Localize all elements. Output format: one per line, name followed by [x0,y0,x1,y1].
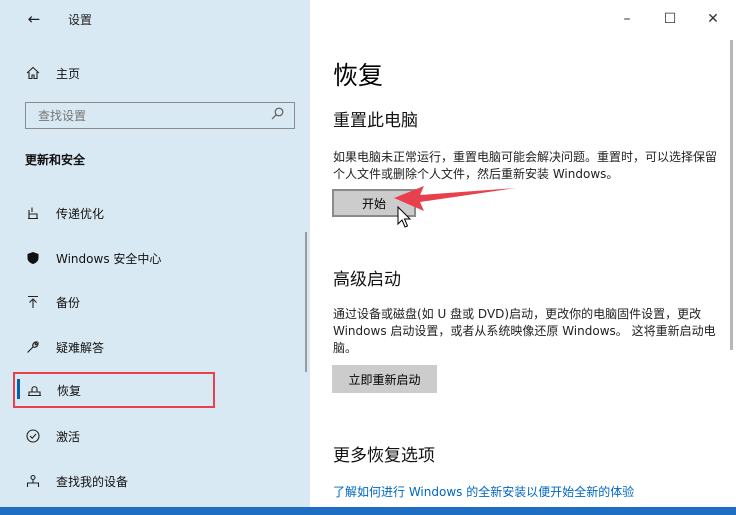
sidebar-item-activation[interactable]: 激活 [14,419,296,453]
more-recovery-heading: 更多恢复选项 [333,446,435,466]
sidebar-item-label: 疑难解答 [56,340,105,355]
close-icon: ✕ [707,11,719,27]
settings-window: ← 设置 主页 更新和安全 传递优化 Windows 安全中 [0,0,736,507]
home-icon [14,66,44,80]
app-title: 设置 [68,13,93,27]
main-scrollbar[interactable] [730,40,733,350]
recovery-icon [15,383,45,397]
section-title: 更新和安全 [25,153,86,167]
close-button[interactable]: ✕ [698,8,728,30]
sidebar-item-label: 备份 [56,295,81,310]
sidebar-item-label: 主页 [56,66,81,81]
advanced-startup-description: 通过设备或磁盘(如 U 盘或 DVD)启动，更改你的电脑固件设置，更改 Wind… [333,307,716,355]
sidebar-item-delivery-optimization[interactable]: 传递优化 [14,196,296,230]
minimize-button[interactable]: – [612,8,642,30]
page-title: 恢复 [333,61,384,90]
maximize-button[interactable]: ☐ [655,8,685,30]
back-arrow-icon: ← [27,10,41,28]
sidebar-item-windows-security[interactable]: Windows 安全中心 [14,241,296,275]
sidebar-item-label: 传递优化 [56,206,105,221]
back-button[interactable]: ← [22,8,46,30]
main-content: – ☐ ✕ 恢复 重置此电脑 如果电脑未正常运行，重置电脑可能会解决问题。重置时… [310,0,736,507]
minimize-icon: – [623,11,631,27]
check-circle-icon [14,429,44,443]
sidebar-item-find-my-device[interactable]: 查找我的设备 [14,464,296,498]
delivery-optimization-icon [14,206,44,220]
sidebar-item-label: 恢复 [57,383,82,398]
wrench-icon [14,340,44,354]
backup-icon [14,295,44,309]
sidebar-item-label: 查找我的设备 [56,474,129,489]
shield-icon [14,251,44,265]
taskbar-edge [0,507,736,515]
mouse-cursor-icon [397,206,412,228]
reset-pc-heading: 重置此电脑 [333,111,418,131]
sidebar-item-label: Windows 安全中心 [56,251,162,266]
sidebar-item-troubleshoot[interactable]: 疑难解答 [14,330,296,364]
sidebar: ← 设置 主页 更新和安全 传递优化 Windows 安全中 [0,0,310,507]
find-device-icon [14,474,44,488]
maximize-icon: ☐ [663,11,677,27]
sidebar-item-recovery[interactable]: 恢复 [13,372,215,408]
advanced-startup-heading: 高级启动 [333,270,401,290]
sidebar-item-backup[interactable]: 备份 [14,285,296,319]
fresh-install-link[interactable]: 了解如何进行 Windows 的全新安装以便开始全新的体验 [333,483,634,500]
search-icon[interactable] [271,107,284,124]
search-box[interactable] [25,102,295,129]
search-input[interactable] [38,108,258,123]
sidebar-item-label: 激活 [56,429,81,444]
sidebar-scrollbar[interactable] [305,232,307,372]
reset-pc-description: 如果电脑未正常运行，重置电脑可能会解决问题。重置时，可以选择保留个人文件或删除个… [333,150,718,181]
sidebar-item-home[interactable]: 主页 [14,56,296,90]
restart-now-button[interactable]: 立即重新启动 [332,365,437,393]
